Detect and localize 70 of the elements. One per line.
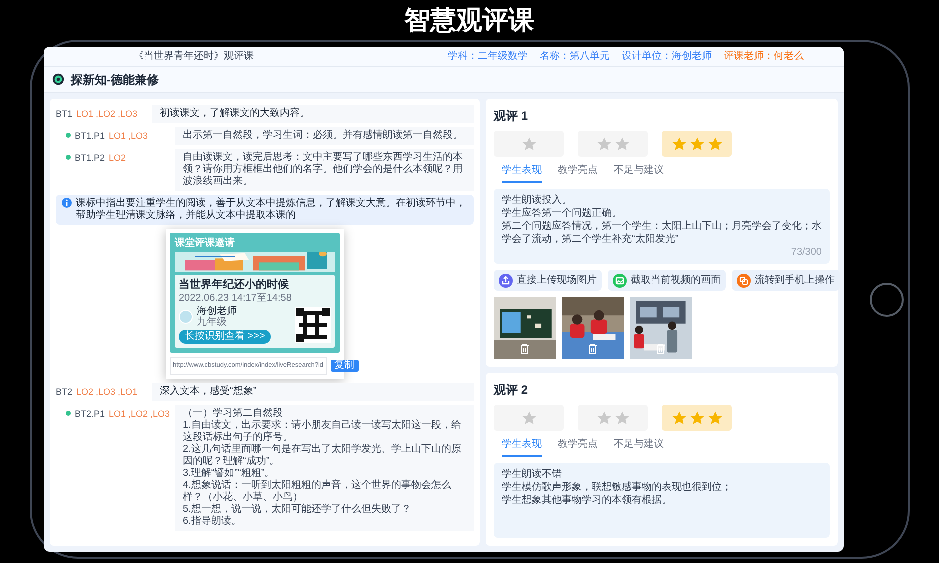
item-code: BT1.P1 xyxy=(75,131,106,142)
objective-text: 初读课文，了解课文的大致内容。 xyxy=(152,105,474,123)
objective-tags: LO1 ,LO3 xyxy=(109,131,148,142)
header-info: 学科：二年级数学 xyxy=(448,50,528,64)
objective-tags: LO1 ,LO2 ,LO3 xyxy=(109,409,170,420)
target-icon xyxy=(52,73,65,86)
item-code: BT1 xyxy=(56,109,73,120)
star-icon xyxy=(672,136,686,152)
header-info: 设计单位：海创老师 xyxy=(622,50,712,64)
objective-text: 深入文本，感受“想象” xyxy=(152,383,474,401)
action-button[interactable]: 流转到手机上操作 xyxy=(732,270,840,291)
rating-option[interactable] xyxy=(494,131,564,157)
review-tab[interactable]: 不足与建议 xyxy=(614,437,664,457)
review-title: 观评 1 xyxy=(494,108,530,125)
star-icon xyxy=(614,136,630,152)
comment-field[interactable]: 学生朗读投入。 学生应答第一个问题正确。 第二个问题应答情况，第一个学生：太阳上山下山；月亮学会了变化；水学会了流动，第二个学生补充“太阳发光” 73/300 xyxy=(494,189,830,264)
rating-option[interactable] xyxy=(662,131,732,157)
course-title: 《当世界青年还时》观评课 xyxy=(134,50,254,64)
rating-option[interactable] xyxy=(578,405,648,431)
trash-icon[interactable] xyxy=(519,343,531,355)
poster-label: 课堂评课邀请 xyxy=(175,238,236,249)
char-counter: 73/300 xyxy=(791,246,822,259)
star-icon xyxy=(672,410,686,426)
step-text: （一）学习第二自然段 1.自由读文，出示要求：请小朋友自己读一读写太阳这一段，给这段话标出句子的序号。 2.这几句话里面哪一句是在写出了太阳学发光、学上山下山的原因的呢？理解“成功”。 3.理解“譬如”“粗粗”。 4.想象说话：一听到太阳粗粗的声音，这个世界的事物会怎么样？（小花、小草、小鸟） 5.想一想，说一说，太阳可能还学了什么但失败了？ 6.指导朗读。 xyxy=(175,405,474,531)
star-icon xyxy=(596,136,612,152)
star-icon xyxy=(614,410,630,426)
star-icon xyxy=(522,136,536,152)
note-text: 课标中指出要注重学生的阅读，善于从文本中提炼信息，了解课文大意。在初读环节中，帮助学生理清课文脉络，并能从文本中提取本课的 xyxy=(76,198,467,222)
poster-title: 当世界年纪还小的时候 xyxy=(179,279,290,291)
header-info: 评课老师：何老么 xyxy=(724,50,804,64)
copy-button[interactable]: 复制 xyxy=(330,360,359,372)
section-title: 探新知-德能兼修 xyxy=(71,72,159,88)
star-icon xyxy=(690,136,704,152)
scan-button[interactable]: 长按识别查看 >>> xyxy=(179,330,272,344)
step-text: 出示第一自然段，学习生词：必须。并有感情朗读第一自然段。 xyxy=(175,127,474,145)
home-button[interactable] xyxy=(870,282,904,316)
avatar xyxy=(179,310,193,324)
step-text: 自由读课文，读完后思考：文中主要写了哪些东西学习生活的本领？请你用方框框出他们的名字。他们学会的是什么本领呢？用波浪线画出来。 xyxy=(175,149,474,191)
qr-code xyxy=(295,307,331,343)
star-icon xyxy=(708,136,722,152)
review-tab[interactable]: 教学亮点 xyxy=(558,163,598,183)
info-icon xyxy=(62,198,72,208)
trash-icon[interactable] xyxy=(587,343,599,355)
item-code: BT1.P2 xyxy=(75,153,106,164)
comment-field[interactable]: 学生朗读不错 学生模仿歌声形象，联想敏感事物的表现也很到位； 学生想象其他事物学习的本领有根据。 xyxy=(494,463,830,538)
trash-icon[interactable] xyxy=(655,343,667,355)
item-code: BT2 xyxy=(56,387,73,398)
review-tab[interactable]: 学生表现 xyxy=(502,437,542,457)
page-title: 智慧观评课 xyxy=(404,4,534,36)
teacher-role: 九年级 xyxy=(197,317,228,328)
star-icon xyxy=(522,410,536,426)
action-button[interactable]: 截取当前视频的画面 xyxy=(608,270,726,291)
review-title: 观评 2 xyxy=(494,382,530,399)
rating-option[interactable] xyxy=(494,405,564,431)
rating-option[interactable] xyxy=(578,131,648,157)
objective-tags: LO2 xyxy=(109,153,126,164)
item-code: BT2.P1 xyxy=(75,409,106,420)
review-tab[interactable]: 学生表现 xyxy=(502,163,542,183)
star-icon xyxy=(690,410,704,426)
review-tab[interactable]: 教学亮点 xyxy=(558,437,598,457)
rating-option[interactable] xyxy=(662,405,732,431)
teacher-name: 海创老师 xyxy=(197,306,237,317)
review-tab[interactable]: 不足与建议 xyxy=(614,163,664,183)
action-button[interactable]: 直接上传现场图片 xyxy=(494,270,602,291)
objective-tags: LO1 ,LO2 ,LO3 xyxy=(76,109,138,120)
star-icon xyxy=(596,410,612,426)
poster-time: 2022.06.23 14:17至14:58 xyxy=(179,293,293,304)
star-icon xyxy=(708,410,722,426)
header-info: 名称：第八单元 xyxy=(540,50,610,64)
objective-tags: LO2 ,LO3 ,LO1 xyxy=(76,387,138,398)
